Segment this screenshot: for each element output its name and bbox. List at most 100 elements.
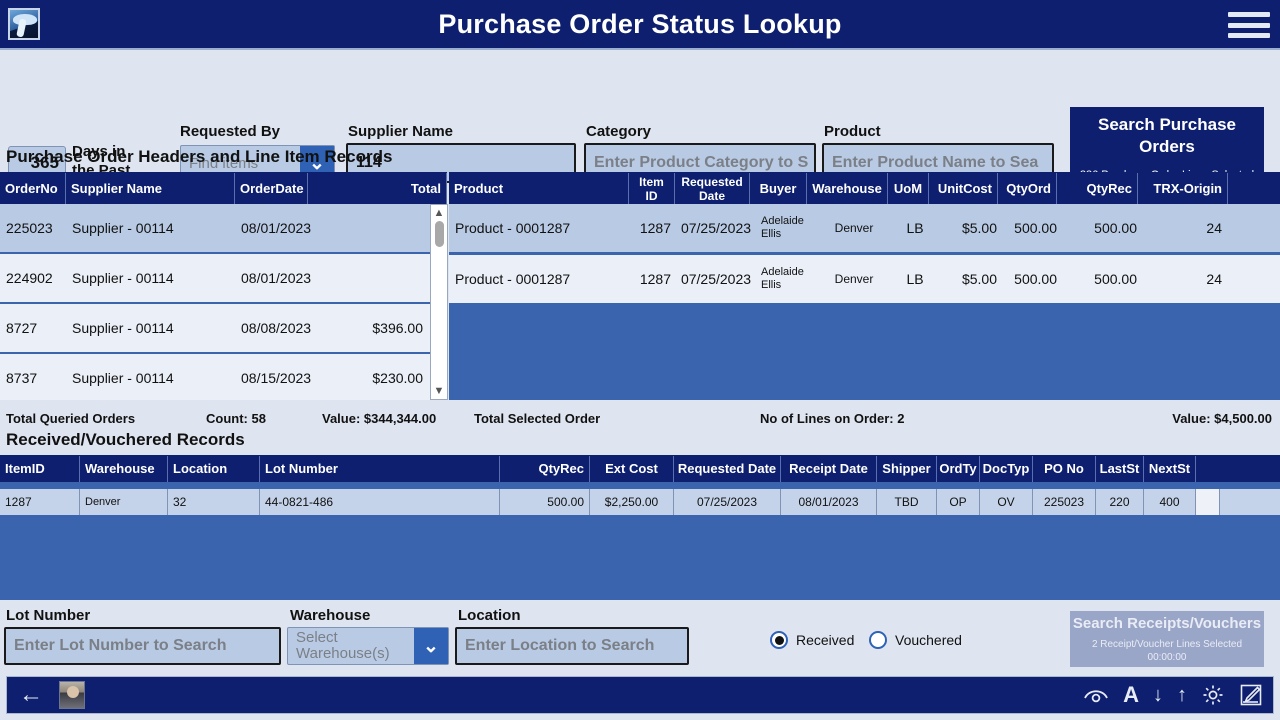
column-itemid[interactable]: ItemID: [0, 456, 80, 482]
search-receipts-vouchers-button[interactable]: Search Receipts/Vouchers 2 Receipt/Vouch…: [1070, 611, 1264, 667]
column-ordty[interactable]: OrdTy: [937, 456, 980, 482]
column-receipt-date[interactable]: Receipt Date: [781, 456, 877, 482]
received-radio-option[interactable]: Received: [770, 631, 854, 649]
cell-total: $230.00: [372, 370, 423, 386]
column-buyer[interactable]: Buyer: [750, 173, 807, 204]
column-requested-date[interactable]: Requested Date: [674, 456, 781, 482]
eye-icon[interactable]: [1083, 686, 1109, 704]
user-avatar-icon[interactable]: [59, 681, 85, 709]
table-row[interactable]: Product - 0001287 1287 07/25/2023 Adelai…: [449, 204, 1280, 252]
column-orderdate[interactable]: OrderDate: [235, 173, 308, 204]
column-warehouse[interactable]: Warehouse: [807, 173, 888, 204]
received-grid-body[interactable]: 1287 Denver 32 44-0821-486 500.00 $2,250…: [0, 482, 1280, 600]
cell-receipt-date: 08/01/2023: [781, 489, 877, 515]
column-po-no[interactable]: PO No: [1033, 456, 1096, 482]
edit-note-icon[interactable]: [1239, 683, 1263, 707]
received-radio-button[interactable]: [770, 631, 788, 649]
column-qtyord[interactable]: QtyOrd: [998, 173, 1057, 204]
table-row[interactable]: 8737 Supplier - 00114 08/15/2023 $230.00: [0, 354, 447, 400]
table-row[interactable]: Product - 0001287 1287 07/25/2023 Adelai…: [449, 255, 1280, 303]
scroll-up-icon[interactable]: ▲: [434, 205, 445, 221]
cell-buyer: Adelaide Ellis: [761, 266, 804, 291]
cell-unitcost: $5.00: [961, 271, 997, 287]
queried-value: Value: $344,344.00: [322, 411, 437, 426]
chevron-down-icon[interactable]: ⌄: [414, 628, 448, 664]
location-input[interactable]: Enter Location to Search: [455, 627, 689, 665]
column-requested-date[interactable]: Requested Date: [675, 173, 750, 204]
cell-qtyrec: 500.00: [1094, 220, 1137, 236]
column-uom[interactable]: UoM: [888, 173, 929, 204]
column-location[interactable]: Location: [168, 456, 260, 482]
cell-unitcost: $5.00: [961, 220, 997, 236]
arrow-down-icon[interactable]: ↓: [1153, 685, 1163, 705]
column-orderno[interactable]: OrderNo: [0, 173, 66, 204]
supplier-name-label: Supplier Name: [348, 123, 454, 140]
filter-bar: 365 Days in the Past Requested By Find i…: [0, 50, 1280, 199]
vouchered-radio-button[interactable]: [869, 631, 887, 649]
queried-count: Count: 58: [206, 411, 266, 426]
cell-product: Product - 0001287: [455, 220, 571, 236]
table-row[interactable]: 1287 Denver 32 44-0821-486 500.00 $2,250…: [0, 489, 1280, 515]
location-placeholder: Enter Location to Search: [465, 637, 655, 654]
cell-uom: LB: [906, 220, 924, 236]
column-doctyp[interactable]: DocTyp: [980, 456, 1033, 482]
headers-section-title: Purchase Order Headers and Line Item Rec…: [6, 147, 393, 166]
po-header-grid-body[interactable]: 225023 Supplier - 00114 08/01/2023 22490…: [0, 204, 447, 400]
selected-value: Value: $4,500.00: [1172, 411, 1272, 426]
cell-itemid: 1287: [0, 489, 80, 515]
arrow-up-icon[interactable]: ↑: [1177, 685, 1187, 705]
column-item-id[interactable]: Item ID: [629, 173, 675, 204]
warehouse-dropdown[interactable]: Select Warehouse(s) ⌄: [287, 627, 449, 665]
cell-orderdate: 08/01/2023: [241, 270, 312, 286]
cell-orderno: 224902: [6, 270, 53, 286]
page-title: Purchase Order Status Lookup: [438, 8, 842, 39]
column-lot-number[interactable]: Lot Number: [260, 456, 500, 482]
column-product[interactable]: Product: [449, 173, 629, 204]
category-placeholder: Enter Product Category to S: [594, 154, 809, 171]
lines-on-order: No of Lines on Order: 2: [760, 411, 905, 426]
column-unitcost[interactable]: UnitCost: [929, 173, 998, 204]
warehouse-input[interactable]: Select Warehouse(s): [288, 628, 414, 664]
column-total[interactable]: Total: [308, 173, 447, 204]
status-bar-icons: A ↓ ↑: [1083, 683, 1263, 707]
hamburger-menu-icon[interactable]: [1228, 8, 1270, 42]
cell-orderno: 8727: [6, 320, 38, 336]
po-header-grid-scrollbar[interactable]: ▲ ▼: [430, 204, 448, 400]
category-label: Category: [586, 123, 652, 140]
po-line-grid-body[interactable]: Product - 0001287 1287 07/25/2023 Adelai…: [449, 204, 1280, 400]
back-arrow-icon[interactable]: ←: [19, 683, 43, 707]
cell-supplier: Supplier - 00114: [72, 370, 174, 386]
column-shipper[interactable]: Shipper: [877, 456, 937, 482]
lot-number-input[interactable]: Enter Lot Number to Search: [4, 627, 281, 665]
cell-uom: LB: [906, 271, 924, 287]
table-row[interactable]: 224902 Supplier - 00114 08/01/2023: [0, 254, 447, 302]
cell-supplier: Supplier - 00114: [72, 270, 174, 286]
cell-po-no: 225023: [1033, 489, 1096, 515]
lot-number-label: Lot Number: [6, 607, 91, 624]
column-warehouse[interactable]: Warehouse: [80, 456, 168, 482]
vouchered-radio-option[interactable]: Vouchered: [869, 631, 962, 649]
table-row[interactable]: 225023 Supplier - 00114 08/01/2023: [0, 204, 447, 252]
purchase-order-status-lookup-app: Purchase Order Status Lookup 365 Days in…: [0, 0, 1280, 720]
column-lastst[interactable]: LastSt: [1096, 456, 1144, 482]
table-row[interactable]: 8727 Supplier - 00114 08/08/2023 $396.00: [0, 304, 447, 352]
scrollbar-thumb[interactable]: [435, 221, 444, 247]
cell-shipper: TBD: [877, 489, 937, 515]
search-receipts-title: Search Receipts/Vouchers: [1072, 615, 1262, 632]
column-supplier-name[interactable]: Supplier Name: [66, 173, 235, 204]
requested-by-label: Requested By: [180, 123, 281, 140]
column-qtyrec[interactable]: QtyRec: [500, 456, 590, 482]
column-qtyrec[interactable]: QtyRec: [1057, 173, 1138, 204]
gear-icon[interactable]: [1201, 683, 1225, 707]
cell-qtyord: 500.00: [1014, 271, 1057, 287]
column-ext-cost[interactable]: Ext Cost: [590, 456, 674, 482]
column-nextst[interactable]: NextSt: [1144, 456, 1196, 482]
total-selected-order-label: Total Selected Order: [474, 411, 601, 426]
cell-warehouse: Denver: [834, 221, 874, 235]
cell-ext-cost: $2,250.00: [590, 489, 674, 515]
font-size-icon[interactable]: A: [1123, 684, 1139, 706]
cell-orderdate: 08/08/2023: [241, 320, 312, 336]
search-receipts-elapsed: 00:00:00: [1147, 652, 1187, 663]
column-trx-origin[interactable]: TRX-Origin: [1138, 173, 1228, 204]
scroll-down-icon[interactable]: ▼: [434, 383, 445, 399]
